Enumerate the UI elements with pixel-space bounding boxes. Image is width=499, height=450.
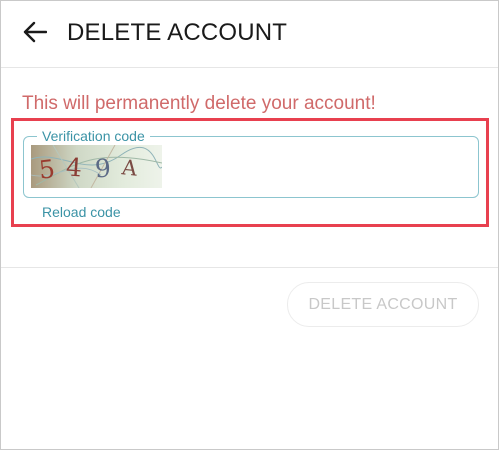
divider — [1, 267, 498, 268]
svg-text:4: 4 — [65, 152, 83, 182]
app-bar: DELETE ACCOUNT — [1, 1, 498, 68]
delete-account-button[interactable]: DELETE ACCOUNT — [287, 282, 479, 327]
reload-code-link[interactable]: Reload code — [42, 204, 121, 221]
screen: DELETE ACCOUNT This will permanently del… — [0, 0, 499, 450]
warning-message: This will permanently delete your accoun… — [22, 93, 376, 114]
captcha-image: 5 4 9 A — [31, 145, 162, 188]
svg-text:9: 9 — [94, 154, 111, 184]
page-title: DELETE ACCOUNT — [67, 19, 288, 46]
arrow-left-icon — [23, 21, 48, 48]
back-button[interactable] — [17, 17, 53, 51]
svg-text:5: 5 — [37, 154, 56, 185]
verification-code-label: Verification code — [37, 128, 150, 144]
